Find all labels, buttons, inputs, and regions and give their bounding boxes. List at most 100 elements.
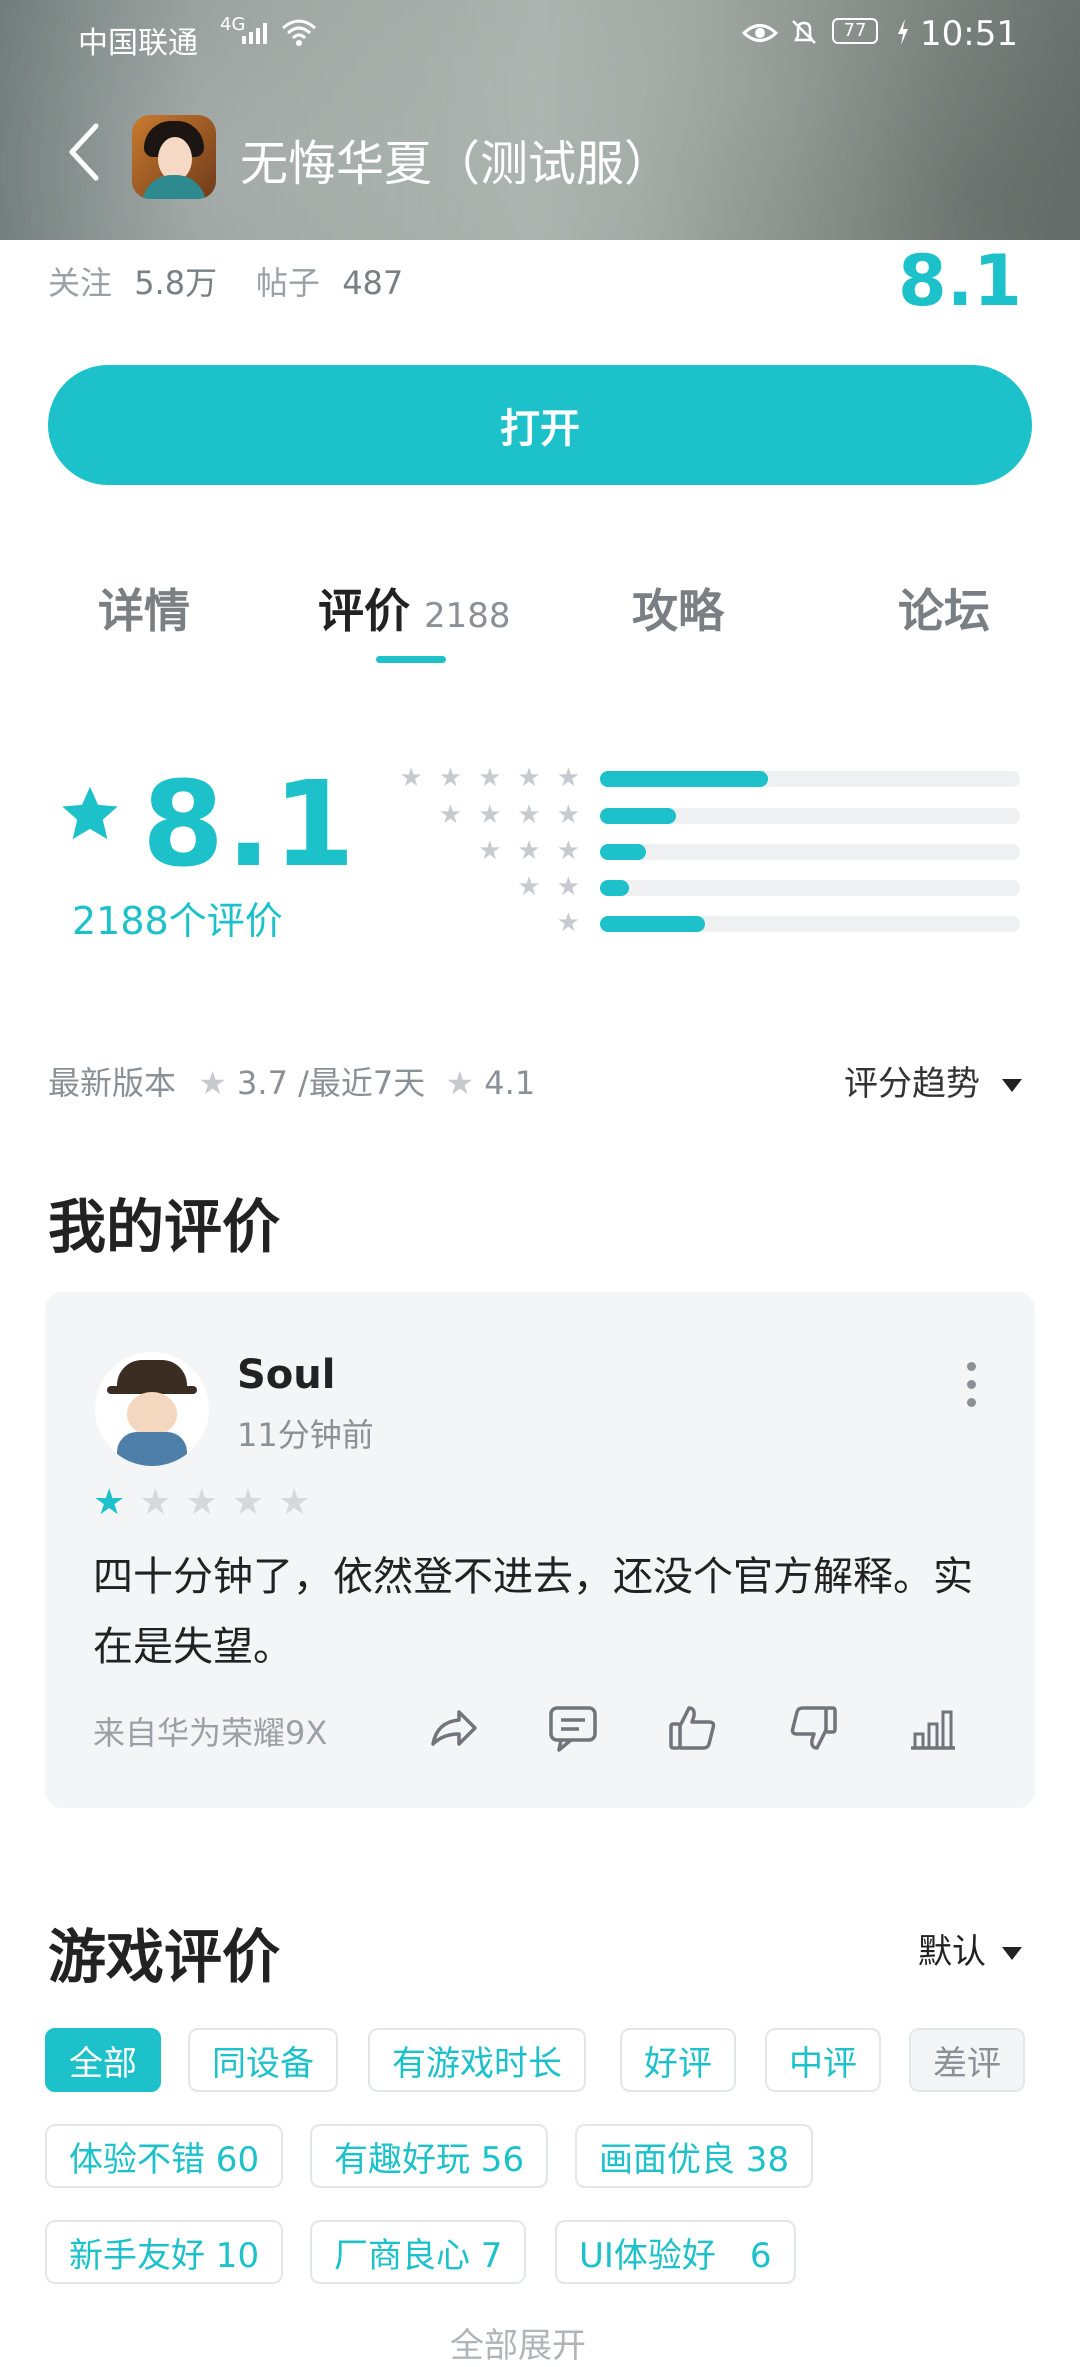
star-icon: ★ bbox=[438, 763, 463, 793]
distribution-track bbox=[600, 916, 1020, 932]
my-review-title: 我的评价 bbox=[48, 1193, 281, 1261]
rating-count: 2188个评价 bbox=[72, 899, 283, 943]
sort-label: 默认 bbox=[918, 1932, 986, 1972]
distribution-fill bbox=[600, 916, 705, 932]
score-trend-dropdown[interactable]: 评分趋势 bbox=[844, 1056, 1022, 1105]
tab-forum[interactable]: 论坛 bbox=[898, 575, 990, 641]
tag-chip-fun[interactable]: 有趣好玩 56 bbox=[310, 2124, 549, 2188]
star-icon: ★ bbox=[478, 836, 502, 866]
posts-stat: 帖子 487 bbox=[256, 258, 403, 304]
star-icon: ★ bbox=[478, 800, 502, 830]
tag-chip-newbie-friendly[interactable]: 新手友好 10 bbox=[45, 2220, 284, 2284]
like-icon[interactable] bbox=[665, 1700, 721, 1756]
expand-all-button[interactable]: 全部展开 bbox=[450, 2318, 586, 2367]
star-icon: ★ bbox=[556, 763, 580, 793]
star-icon: ★ bbox=[231, 1482, 265, 1523]
distribution-fill bbox=[600, 880, 629, 896]
distribution-stars: ★ ★ ★ ★ ★ bbox=[399, 765, 580, 791]
filter-chip-positive[interactable]: 好评 bbox=[620, 2028, 736, 2092]
distribution-track bbox=[600, 771, 1020, 787]
star-icon: ★ bbox=[556, 872, 580, 902]
chevron-left-icon bbox=[69, 123, 99, 181]
follow-label: 关注 bbox=[48, 264, 113, 302]
distribution-stars: ★ bbox=[557, 910, 580, 936]
comment-icon[interactable] bbox=[545, 1700, 601, 1756]
my-review-card: Soul 11分钟前 ★ ★ ★ ★ ★ 四十分钟了，依然登不进去，还没个官方解释。实在… bbox=[45, 1292, 1035, 1808]
tab-guides[interactable]: 攻略 bbox=[632, 575, 724, 641]
star-icon: ★ bbox=[478, 763, 502, 793]
device-info: 来自华为荣耀9X bbox=[93, 1714, 328, 1752]
distribution-stars: ★ ★ bbox=[517, 874, 580, 900]
caret-down-icon bbox=[1002, 1079, 1022, 1092]
distribution-fill bbox=[600, 808, 676, 824]
distribution-row-1-star: ★ bbox=[380, 910, 1020, 936]
page-title: 无悔华夏（测试服） bbox=[240, 136, 673, 192]
recent-label: /最近7天 bbox=[298, 1064, 426, 1102]
posts-label: 帖子 bbox=[256, 264, 321, 302]
recent-score: 4.1 bbox=[484, 1064, 536, 1102]
filter-chip-negative[interactable]: 差评 bbox=[909, 2028, 1025, 2092]
star-icon: ★ bbox=[517, 836, 541, 866]
star-icon: ★ bbox=[185, 1482, 218, 1523]
tab-details-label: 详情 bbox=[98, 584, 190, 638]
active-tab-indicator bbox=[376, 656, 446, 663]
sort-dropdown[interactable]: 默认 bbox=[918, 1924, 1022, 1973]
tab-guides-label: 攻略 bbox=[632, 584, 724, 638]
filter-chip-all[interactable]: 全部 bbox=[45, 2028, 161, 2092]
more-options-icon[interactable] bbox=[967, 1362, 977, 1416]
review-stars: ★ ★ ★ ★ ★ bbox=[93, 1482, 310, 1523]
rating-value: 8.1 bbox=[142, 755, 358, 893]
mute-bell-icon bbox=[788, 16, 820, 52]
star-icon: ★ bbox=[556, 800, 580, 830]
latest-version-score: 3.7 bbox=[237, 1064, 288, 1102]
avatar[interactable] bbox=[95, 1352, 209, 1466]
tag-chip-ui-experience[interactable]: UI体验好 6 bbox=[555, 2220, 796, 2284]
star-icon: ★ bbox=[556, 908, 580, 938]
wifi-icon bbox=[280, 18, 318, 52]
filter-chip-playtime[interactable]: 有游戏时长 bbox=[368, 2028, 586, 2092]
review-actions bbox=[425, 1700, 985, 1756]
distribution-track bbox=[600, 844, 1020, 860]
game-reviews-title: 游戏评价 bbox=[48, 1923, 281, 1991]
version-rating-line: 最新版本 ★ 3.7 /最近7天 ★ 4.1 bbox=[48, 1058, 535, 1104]
game-icon bbox=[132, 115, 216, 199]
distribution-row-4-star: ★ ★ ★ ★ bbox=[380, 802, 1020, 828]
small-star-icon: ★ bbox=[445, 1064, 475, 1102]
star-icon: ★ bbox=[517, 763, 541, 793]
distribution-track bbox=[600, 880, 1020, 896]
distribution-stars: ★ ★ ★ ★ bbox=[439, 802, 580, 828]
tab-reviews-count: 2188 bbox=[424, 596, 511, 636]
stats-icon[interactable] bbox=[905, 1700, 961, 1756]
tag-chip-good-experience[interactable]: 体验不错 60 bbox=[45, 2124, 284, 2188]
username[interactable]: Soul bbox=[237, 1352, 335, 1398]
follow-stat: 关注 5.8万 bbox=[48, 258, 217, 304]
open-button[interactable]: 打开 bbox=[48, 365, 1032, 485]
share-icon[interactable] bbox=[425, 1700, 481, 1756]
back-button[interactable] bbox=[66, 122, 102, 186]
tab-forum-label: 论坛 bbox=[898, 584, 990, 638]
star-icon: ★ bbox=[399, 763, 423, 793]
star-icon: ★ bbox=[139, 1482, 172, 1523]
carrier-name: 中国联通 bbox=[78, 26, 198, 61]
filter-chip-neutral[interactable]: 中评 bbox=[765, 2028, 881, 2092]
distribution-row-3-star: ★ ★ ★ bbox=[380, 838, 1020, 864]
tab-reviews[interactable]: 评价 2188 bbox=[318, 575, 511, 641]
tag-chip-graphics[interactable]: 画面优良 38 bbox=[575, 2124, 814, 2188]
star-icon: ★ bbox=[278, 1482, 311, 1523]
dislike-icon[interactable] bbox=[785, 1700, 841, 1756]
distribution-row-2-star: ★ ★ bbox=[380, 874, 1020, 900]
distribution-stars: ★ ★ ★ bbox=[478, 838, 580, 864]
posts-value: 487 bbox=[342, 264, 404, 302]
tab-reviews-label: 评价 bbox=[318, 584, 410, 638]
eye-icon bbox=[741, 20, 779, 50]
star-icon: ★ bbox=[438, 800, 463, 830]
distribution-fill bbox=[600, 844, 646, 860]
tab-details[interactable]: 详情 bbox=[98, 575, 190, 641]
star-icon: ★ bbox=[517, 872, 541, 902]
caret-down-icon bbox=[1002, 1947, 1022, 1960]
review-text: 四十分钟了，依然登不进去，还没个官方解释。实在是失望。 bbox=[93, 1554, 973, 1670]
filter-chip-same-device[interactable]: 同设备 bbox=[188, 2028, 338, 2092]
tag-chip-fair-developer[interactable]: 厂商良心 7 bbox=[310, 2220, 527, 2284]
star-icon: ★ bbox=[93, 1482, 126, 1523]
star-icon: ★ bbox=[556, 836, 580, 866]
